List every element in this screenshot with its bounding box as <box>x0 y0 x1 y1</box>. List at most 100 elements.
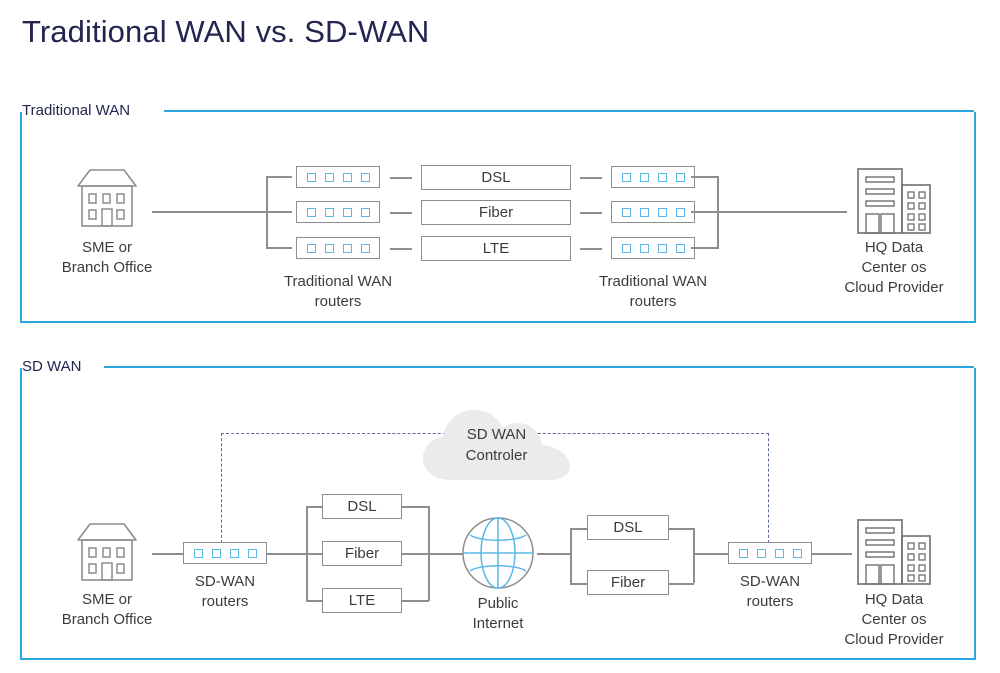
globe-icon <box>461 516 535 595</box>
router-led <box>738 548 748 558</box>
router-led <box>675 207 685 217</box>
connector-dsl-to-right-router1 <box>580 177 602 179</box>
sdwan-bracket-lg-stub-dsl <box>402 506 429 508</box>
sdwan-bracket-right-group-right-vertical <box>693 528 695 583</box>
router-led <box>229 548 239 558</box>
link-label: DSL <box>481 169 511 186</box>
router-led <box>657 207 667 217</box>
caption-hq-data-center-sdwan: HQ Data Center os Cloud Provider <box>844 591 944 648</box>
bracket-left-stub-top <box>266 176 292 178</box>
link-sdwan-router-to-datacenter <box>812 553 852 555</box>
office-building-icon <box>856 167 932 240</box>
connector-fiber-to-right-router2 <box>580 212 602 214</box>
link-label: Fiber <box>478 204 514 221</box>
router-led <box>360 207 370 217</box>
cloud-icon: SD WAN Controler <box>421 406 572 482</box>
link-label: DSL <box>347 498 377 515</box>
router-led <box>792 548 802 558</box>
sdwan-bracket-lg-stub-fiber <box>402 553 429 555</box>
connector-lte-to-right-router3 <box>580 248 602 250</box>
router-led <box>774 548 784 558</box>
cloud-controller-label: SD WAN Controler <box>465 426 528 464</box>
caption-traditional-wan-routers-right: Traditional WAN routers <box>598 273 708 310</box>
router-led <box>324 243 334 253</box>
router-led <box>324 172 334 182</box>
link-box-fiber-sdwan-left[interactable]: Fiber <box>322 541 402 566</box>
sdwan-bracket-rgr-stub-dsl <box>669 528 694 530</box>
connector-internet-to-right-group <box>537 553 571 555</box>
connector-left-group-to-internet <box>428 553 463 555</box>
router-led <box>639 207 649 217</box>
caption-sdwan-routers-left: SD-WAN routers <box>194 573 256 610</box>
link-box-lte-sdwan-left[interactable]: LTE <box>322 588 402 613</box>
sdwan-bracket-right-group-left-vertical <box>570 528 572 583</box>
connector-right-group-to-sdwan-router <box>693 553 729 555</box>
bracket-right-stub-top <box>691 176 718 178</box>
bracket-right-stub-bottom <box>691 247 718 249</box>
sdwan-bracket-rg-stub-fiber <box>570 583 588 585</box>
traditional-right-router-3[interactable] <box>611 237 695 259</box>
router-led <box>211 548 221 558</box>
traditional-right-router-1[interactable] <box>611 166 695 188</box>
link-box-fiber-traditional[interactable]: Fiber <box>421 200 571 225</box>
sdwan-bracket-left-stub-lte <box>306 600 323 602</box>
router-led <box>247 548 257 558</box>
router-led <box>675 243 685 253</box>
router-led <box>324 207 334 217</box>
link-house-to-sdwan-router-left <box>152 553 184 555</box>
router-led <box>756 548 766 558</box>
router-led <box>675 172 685 182</box>
section-border-top-right-sdwan <box>104 366 974 368</box>
router-led <box>360 243 370 253</box>
link-label: Fiber <box>610 574 646 591</box>
link-box-lte-traditional[interactable]: LTE <box>421 236 571 261</box>
router-led <box>342 243 352 253</box>
sdwan-bracket-lg-stub-lte <box>402 600 429 602</box>
connector-left-router3-to-lte <box>390 248 412 250</box>
router-led <box>657 172 667 182</box>
link-label: LTE <box>348 592 376 609</box>
caption-sme-branch-office-traditional: SME or Branch Office <box>61 239 153 276</box>
router-led <box>639 172 649 182</box>
sdwan-bracket-left-stub-dsl <box>306 506 323 508</box>
link-box-fiber-sdwan-right[interactable]: Fiber <box>587 570 669 595</box>
sdwan-left-router[interactable] <box>183 542 267 564</box>
sdwan-bracket-rgr-stub-fiber <box>669 583 694 585</box>
link-right-bracket-to-datacenter <box>717 211 847 213</box>
router-led <box>621 172 631 182</box>
sdwan-bracket-rg-stub-dsl <box>570 528 588 530</box>
sdwan-right-router[interactable] <box>728 542 812 564</box>
link-label: DSL <box>613 519 643 536</box>
traditional-left-router-2[interactable] <box>296 201 380 223</box>
link-box-dsl-traditional[interactable]: DSL <box>421 165 571 190</box>
router-led <box>306 207 316 217</box>
traditional-left-router-1[interactable] <box>296 166 380 188</box>
router-led <box>360 172 370 182</box>
router-led <box>621 207 631 217</box>
house-icon <box>68 166 146 233</box>
section-label-traditional-wan: Traditional WAN <box>22 102 139 119</box>
control-plane-dashed-left-vertical <box>221 433 222 543</box>
control-plane-dashed-right-vertical <box>768 433 769 543</box>
router-led <box>306 172 316 182</box>
link-box-dsl-sdwan-left[interactable]: DSL <box>322 494 402 519</box>
bracket-left-stub-mid <box>266 211 292 213</box>
traditional-left-router-3[interactable] <box>296 237 380 259</box>
page-title: Traditional WAN vs. SD-WAN <box>22 14 430 49</box>
connector-sdwan-left-router-to-bracket <box>267 553 307 555</box>
section-border-top-right <box>164 110 974 112</box>
traditional-right-router-2[interactable] <box>611 201 695 223</box>
link-house-to-left-bracket <box>152 211 267 213</box>
router-led <box>657 243 667 253</box>
router-led <box>342 172 352 182</box>
caption-public-internet: Public Internet <box>472 595 524 632</box>
link-box-dsl-sdwan-right[interactable]: DSL <box>587 515 669 540</box>
caption-traditional-wan-routers-left: Traditional WAN routers <box>283 273 393 310</box>
router-led <box>306 243 316 253</box>
link-label: LTE <box>482 240 510 257</box>
section-label-sd-wan: SD WAN <box>22 358 90 375</box>
caption-hq-data-center-traditional: HQ Data Center os Cloud Provider <box>844 239 944 296</box>
router-led <box>342 207 352 217</box>
office-building-icon-sdwan <box>856 518 932 591</box>
router-led <box>193 548 203 558</box>
